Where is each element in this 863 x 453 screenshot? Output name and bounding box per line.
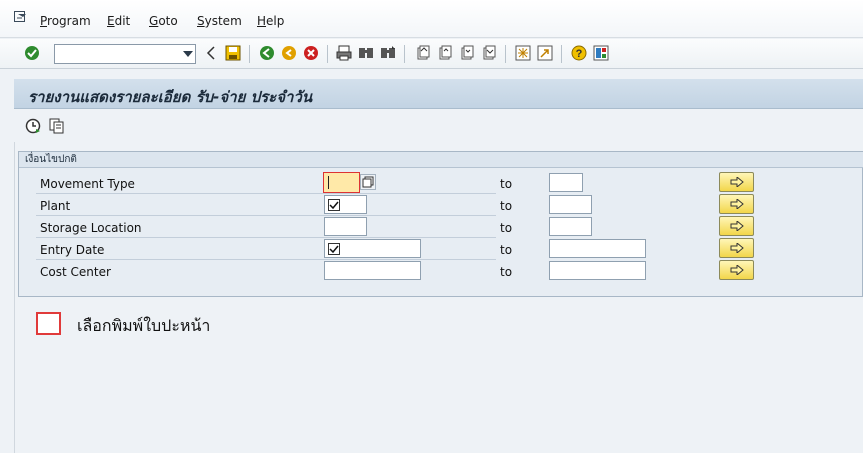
standard-toolbar: ? (0, 39, 863, 69)
toolbar-separator (404, 45, 405, 63)
command-field[interactable] (54, 44, 196, 64)
arrow-right-icon (730, 199, 744, 209)
exit-icon[interactable] (280, 44, 298, 62)
multiple-selection-icon[interactable] (360, 174, 376, 190)
entry-date-label: Entry Date (40, 243, 105, 257)
execute-icon[interactable] (24, 117, 42, 135)
to-label: to (500, 265, 513, 279)
title-bar: รายงานแสดงรายละเอียด รับ-จ่าย ประจำวัน (14, 79, 863, 109)
plant-label: Plant (40, 199, 71, 213)
cost-center-multiple-selection-button[interactable] (719, 260, 754, 280)
to-label: to (500, 243, 513, 257)
row-divider (36, 237, 496, 238)
entry-date-low-field[interactable] (324, 239, 421, 258)
row-divider (36, 193, 496, 194)
toolbar-separator (505, 45, 506, 63)
next-page-icon[interactable] (458, 44, 476, 62)
entry-date-high-field[interactable] (549, 239, 646, 258)
back-green-icon[interactable] (258, 44, 276, 62)
storage-location-low-field[interactable] (324, 217, 367, 236)
menu-edit[interactable]: Edit (107, 14, 130, 28)
arrow-right-icon (730, 243, 744, 253)
find-next-icon[interactable] (379, 44, 397, 62)
help-icon[interactable]: ? (570, 44, 588, 62)
plant-multiple-selection-button[interactable] (719, 194, 754, 214)
to-label: to (500, 177, 513, 191)
checkbox-icon (328, 243, 340, 255)
menu-bar: Program Edit Goto System Help (0, 0, 863, 38)
cost-center-low-field[interactable] (324, 261, 421, 280)
menu-help[interactable]: Help (257, 14, 284, 28)
plant-high-field[interactable] (549, 195, 592, 214)
toolbar-separator (561, 45, 562, 63)
entry-date-multiple-selection-button[interactable] (719, 238, 754, 258)
chevron-down-icon[interactable] (183, 51, 193, 57)
to-label: to (500, 199, 513, 213)
application-toolbar (14, 110, 863, 142)
command-input[interactable] (55, 45, 175, 63)
row-divider (36, 259, 496, 260)
movement-type-multiple-selection-button[interactable] (719, 172, 754, 192)
last-page-icon[interactable] (480, 44, 498, 62)
shortcut-icon[interactable] (536, 44, 554, 62)
previous-page-icon[interactable] (436, 44, 454, 62)
to-label: to (500, 221, 513, 235)
cancel-icon[interactable] (302, 44, 320, 62)
save-icon[interactable] (224, 44, 242, 62)
arrow-right-icon (730, 221, 744, 231)
movement-type-low-field[interactable] (323, 172, 360, 193)
toolbar-separator (249, 45, 250, 63)
layout-icon[interactable] (592, 44, 610, 62)
new-session-icon[interactable] (514, 44, 532, 62)
get-variant-icon[interactable] (48, 117, 66, 135)
arrow-right-icon (730, 265, 744, 275)
movement-type-label: Movement Type (40, 177, 135, 191)
cost-center-high-field[interactable] (549, 261, 646, 280)
system-menu-icon[interactable] (14, 11, 28, 23)
cost-center-label: Cost Center (40, 265, 111, 279)
print-cover-checkbox[interactable] (36, 312, 61, 335)
print-icon[interactable] (335, 44, 353, 62)
page-title: รายงานแสดงรายละเอียด รับ-จ่าย ประจำวัน (28, 88, 313, 106)
checkbox-icon (328, 199, 340, 211)
storage-location-high-field[interactable] (549, 217, 592, 236)
text-cursor (328, 176, 329, 189)
group-title: เงื่อนไขปกติ (19, 152, 863, 168)
first-page-icon[interactable] (414, 44, 432, 62)
svg-text:?: ? (576, 48, 583, 60)
menu-goto[interactable]: Goto (149, 14, 178, 28)
menu-system[interactable]: System (197, 14, 242, 28)
menu-program[interactable]: Program (40, 14, 91, 28)
arrow-right-icon (730, 177, 744, 187)
movement-type-high-field[interactable] (549, 173, 583, 192)
storage-location-multiple-selection-button[interactable] (719, 216, 754, 236)
back-arrow-icon[interactable] (202, 44, 220, 62)
toolbar-separator (327, 45, 328, 63)
storage-location-label: Storage Location (40, 221, 142, 235)
row-divider (36, 215, 496, 216)
find-icon[interactable] (357, 44, 375, 62)
enter-icon[interactable] (23, 44, 41, 62)
plant-low-field[interactable] (324, 195, 367, 214)
print-cover-label: เลือกพิมพ์ใบปะหน้า (77, 316, 211, 335)
